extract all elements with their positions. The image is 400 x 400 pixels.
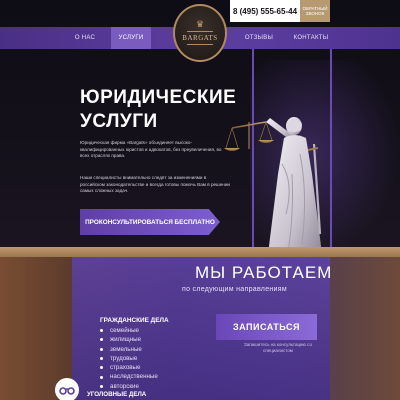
civil-cases-title: ГРАЖДАНСКИЕ ДЕЛА <box>100 317 169 324</box>
lady-justice-statue-icon <box>224 117 322 254</box>
bullet-icon <box>100 347 103 351</box>
list-item[interactable]: наследственные <box>100 372 158 381</box>
gold-divider <box>0 247 400 257</box>
bullet-icon <box>100 338 103 342</box>
nav-item-services[interactable]: УСЛУГИ <box>111 27 151 49</box>
logo-text: BARGATS <box>182 33 218 42</box>
list-item[interactable]: трудовые <box>100 354 158 363</box>
bullet-icon <box>100 357 103 361</box>
phone-number[interactable]: 8 (495) 555-65-44 <box>230 0 300 22</box>
signup-note: Запишитесь на консультацию со специалист… <box>244 342 312 353</box>
services-subtitle: по следующим направлениям <box>182 286 287 293</box>
hero-paragraph-1: Юридическая фирма «Bargats» объединяет в… <box>80 140 222 159</box>
logo[interactable]: ♛ BARGATS <box>173 4 227 62</box>
hero-paragraph-2: Наши специалисты внимательно следят за и… <box>80 175 230 194</box>
crown-icon: ♛ <box>195 18 205 29</box>
list-item[interactable]: страховые <box>100 363 158 372</box>
nav-item-reviews[interactable]: ОТЗЫВЫ <box>240 27 278 49</box>
handcuffs-icon <box>55 378 79 400</box>
hero-section: О НАС УСЛУГИ ОТЗЫВЫ КОНТАКТЫ 8 (495) 555… <box>0 0 400 257</box>
callback-button[interactable]: ОБРАТНЫЙ ЗВОНОК <box>300 0 330 22</box>
bullet-icon <box>100 329 103 333</box>
list-item[interactable]: семейные <box>100 326 158 335</box>
services-title: МЫ РАБОТАЕМ <box>195 263 333 282</box>
list-item[interactable]: жилищные <box>100 335 158 344</box>
free-consultation-button[interactable]: ПРОКОНСУЛЬТИРОВАТЬСЯ БЕСПЛАТНО <box>80 209 220 235</box>
nav-item-contacts[interactable]: КОНТАКТЫ <box>290 27 332 49</box>
signup-button[interactable]: ЗАПИСАТЬСЯ <box>216 314 317 340</box>
civil-cases-list: семейные жилищные земельные трудовые стр… <box>100 326 158 391</box>
nav-item-about[interactable]: О НАС <box>66 27 104 49</box>
bullet-icon <box>100 375 103 379</box>
list-item[interactable]: земельные <box>100 345 158 354</box>
bullet-icon <box>100 366 103 370</box>
